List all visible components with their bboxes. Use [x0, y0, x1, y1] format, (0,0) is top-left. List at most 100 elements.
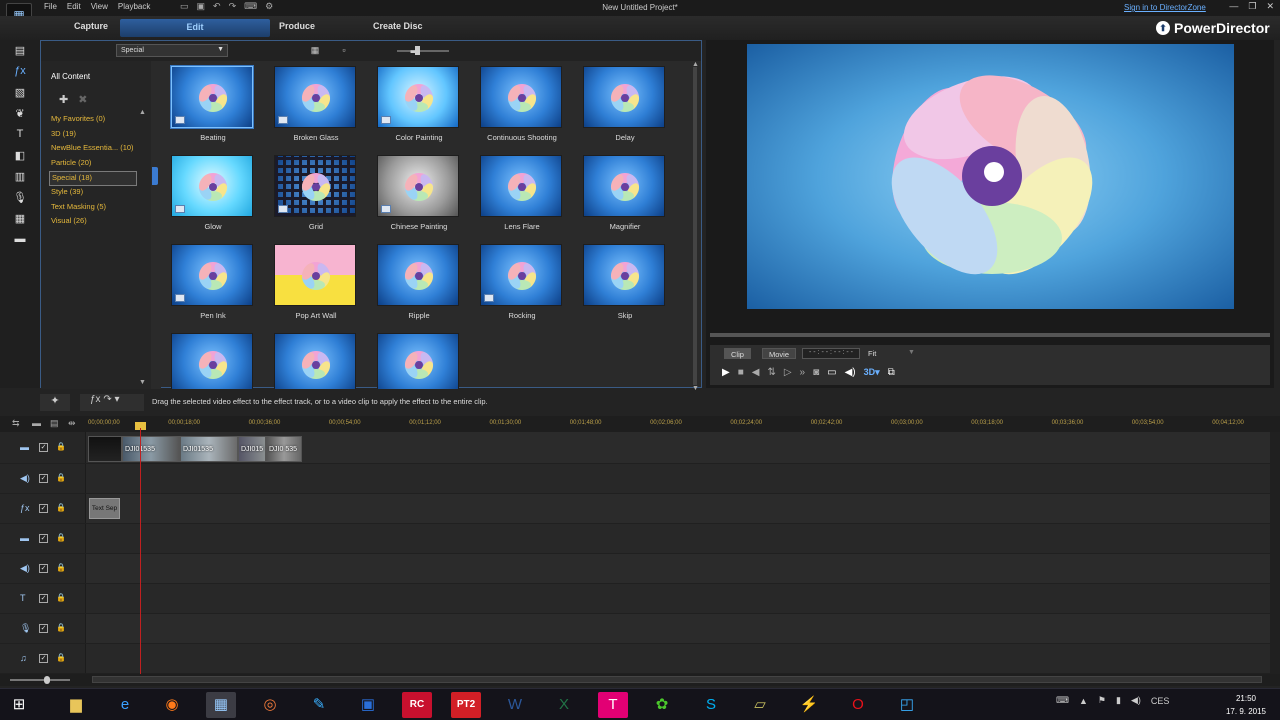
flag-icon[interactable]: ⚑ [1098, 695, 1106, 706]
network-icon[interactable]: ▮ [1116, 695, 1121, 706]
close-icon[interactable]: ✕ [1266, 1, 1274, 12]
thumbnail-size-slider[interactable] [397, 46, 449, 55]
track-enable-checkbox[interactable]: ✓ [39, 624, 48, 633]
start-icon[interactable]: ⊞ [4, 692, 34, 718]
volume-icon[interactable]: ◀) [845, 367, 856, 378]
effect-thumbnail[interactable]: Continuous Shooting [480, 66, 564, 142]
scanner-app-icon[interactable]: ▱ [745, 692, 775, 718]
play-icon[interactable]: ▶ [722, 367, 730, 378]
effect-thumbnail[interactable]: Magnifier [583, 155, 667, 231]
timeline-horizontal-scrollbar[interactable] [92, 676, 1262, 683]
effect-thumbnail[interactable]: Broken Glass [274, 66, 358, 142]
effect-clip[interactable]: Text Sep [89, 498, 120, 519]
clock[interactable]: 21:50 17. 9. 2015 [1216, 692, 1276, 718]
internet-explorer-icon[interactable]: e [110, 692, 140, 718]
grid-scrollbar[interactable]: ▲ ▼ [692, 61, 699, 392]
track-enable-checkbox[interactable]: ✓ [39, 443, 48, 452]
clip-mode-button[interactable]: Clip [724, 348, 751, 359]
effect-thumbnail[interactable]: Skip [583, 244, 667, 320]
lock-icon[interactable]: 🔒 [56, 503, 66, 512]
zoom-slider[interactable] [10, 679, 70, 681]
time-ruler[interactable]: 00;00;00;00 00;00;18;00 00;00;36;00 00;00;5… [86, 418, 1266, 430]
chapter-room-icon[interactable]: ▦ [12, 212, 28, 226]
snapshot-icon[interactable]: ◙ [813, 367, 819, 378]
undock-icon[interactable]: ⧉ [888, 367, 895, 378]
icq-icon[interactable]: ✿ [647, 692, 677, 718]
category-item[interactable]: My Favorites (0) [49, 113, 139, 128]
pip-room-icon[interactable]: ▧ [12, 86, 28, 100]
music-track[interactable]: ♫ ✓ 🔒 [0, 644, 1270, 674]
preview-quality-icon[interactable]: ▭ [827, 367, 836, 378]
effect-track[interactable]: ƒx ✓ 🔒 Text Sep [0, 494, 1270, 524]
subtitle-room-icon[interactable]: ▬ [12, 233, 28, 247]
tab-edit[interactable]: Edit [120, 19, 270, 37]
lock-icon[interactable]: 🔒 [56, 623, 66, 632]
scroll-up-icon[interactable]: ▲ [692, 61, 699, 68]
effect-thumbnail[interactable] [377, 333, 461, 389]
fx-tools-button[interactable]: ƒx ↷ ▾ [80, 394, 144, 411]
effect-thumbnail[interactable]: Chinese Painting [377, 155, 461, 231]
rc-app-icon[interactable]: RC [402, 692, 432, 718]
effect-thumbnail[interactable]: Pen Ink [171, 244, 255, 320]
video-clip[interactable]: DJI01535 [122, 436, 180, 462]
title-room-icon[interactable]: T [12, 128, 28, 142]
lock-icon[interactable]: 🔒 [56, 473, 66, 482]
title-track[interactable]: T ✓ 🔒 [0, 584, 1270, 614]
effect-thumbnail[interactable]: Lens Flare [480, 155, 564, 231]
video-clip[interactable] [88, 436, 122, 462]
stop-icon[interactable]: ■ [738, 367, 744, 378]
volume-tray-icon[interactable]: ◀) [1131, 695, 1141, 706]
effect-thumbnail[interactable]: Grid [274, 155, 358, 231]
file-explorer-icon[interactable]: ▆ [61, 692, 91, 718]
timeline-view-icon[interactable]: ⇆ [12, 418, 20, 429]
effect-thumbnail[interactable]: Rocking [480, 244, 564, 320]
video-track-2[interactable]: ▬ ✓ 🔒 [0, 524, 1270, 554]
track-manager-icon[interactable]: ▤ [50, 418, 59, 429]
fit-timeline-icon[interactable]: ⇹ [68, 418, 76, 429]
tab-produce[interactable]: Produce [279, 21, 315, 31]
eye-app-icon[interactable]: ◎ [255, 692, 285, 718]
previous-frame-icon[interactable]: ◀ [752, 367, 760, 378]
lock-icon[interactable]: 🔒 [56, 533, 66, 542]
next-frame-icon[interactable]: ▷ [784, 367, 792, 378]
lock-icon[interactable]: 🔒 [56, 653, 66, 662]
zoom-fit-value[interactable]: Fit [868, 349, 876, 358]
tab-create-disc[interactable]: Create Disc [373, 21, 423, 31]
track-enable-checkbox[interactable]: ✓ [39, 654, 48, 663]
capture-app-icon[interactable]: ◰ [892, 692, 922, 718]
firefox-icon[interactable]: ◉ [157, 692, 187, 718]
track-enable-checkbox[interactable]: ✓ [39, 534, 48, 543]
small-thumb-icon[interactable]: ▫ [339, 45, 349, 55]
fast-forward-icon[interactable]: » [800, 367, 806, 378]
telekom-icon[interactable]: T [598, 692, 628, 718]
word-icon[interactable]: W [500, 692, 530, 718]
movie-mode-button[interactable]: Movie [762, 348, 797, 359]
zoom-slider-knob[interactable] [44, 676, 50, 684]
category-item[interactable]: Text Masking (5) [49, 201, 139, 216]
large-thumb-icon[interactable]: ▬ [410, 45, 420, 55]
effect-thumbnail[interactable]: Color Painting [377, 66, 461, 142]
track-enable-checkbox[interactable]: ✓ [39, 474, 48, 483]
pen-app-icon[interactable]: ✎ [304, 692, 334, 718]
remove-tag-icon[interactable]: ✖ [78, 93, 87, 106]
tree-all-content[interactable]: All Content [51, 72, 90, 81]
category-item[interactable]: Style (39) [49, 186, 139, 201]
effect-thumbnail[interactable] [274, 333, 358, 389]
pt2-app-icon[interactable]: PT2 [451, 692, 481, 718]
touch-keyboard-icon[interactable]: ⌨ [1056, 695, 1069, 706]
voice-track[interactable]: 🎙 ✓ 🔒 [0, 614, 1270, 644]
timeline-vertical-scrollbar[interactable] [1270, 432, 1280, 674]
skype-icon[interactable]: S [696, 692, 726, 718]
tray-overflow-icon[interactable]: ▲ [1079, 696, 1088, 706]
add-tag-icon[interactable]: ✚ [59, 93, 68, 106]
opera-icon[interactable]: O [843, 692, 873, 718]
transition-room-icon[interactable]: ◧ [12, 149, 28, 163]
3d-mode-icon[interactable]: 3D▾ [864, 367, 880, 378]
audio-mixing-icon[interactable]: ▥ [12, 170, 28, 184]
audio-track-2[interactable]: ◀) ✓ 🔒 [0, 554, 1270, 584]
category-item-selected[interactable]: Special (18) [49, 171, 137, 186]
effect-thumbnail[interactable]: Ripple [377, 244, 461, 320]
lock-icon[interactable]: 🔒 [56, 563, 66, 572]
flash-app-icon[interactable]: ⚡ [794, 692, 824, 718]
effect-thumbnail[interactable]: Glow [171, 155, 255, 231]
